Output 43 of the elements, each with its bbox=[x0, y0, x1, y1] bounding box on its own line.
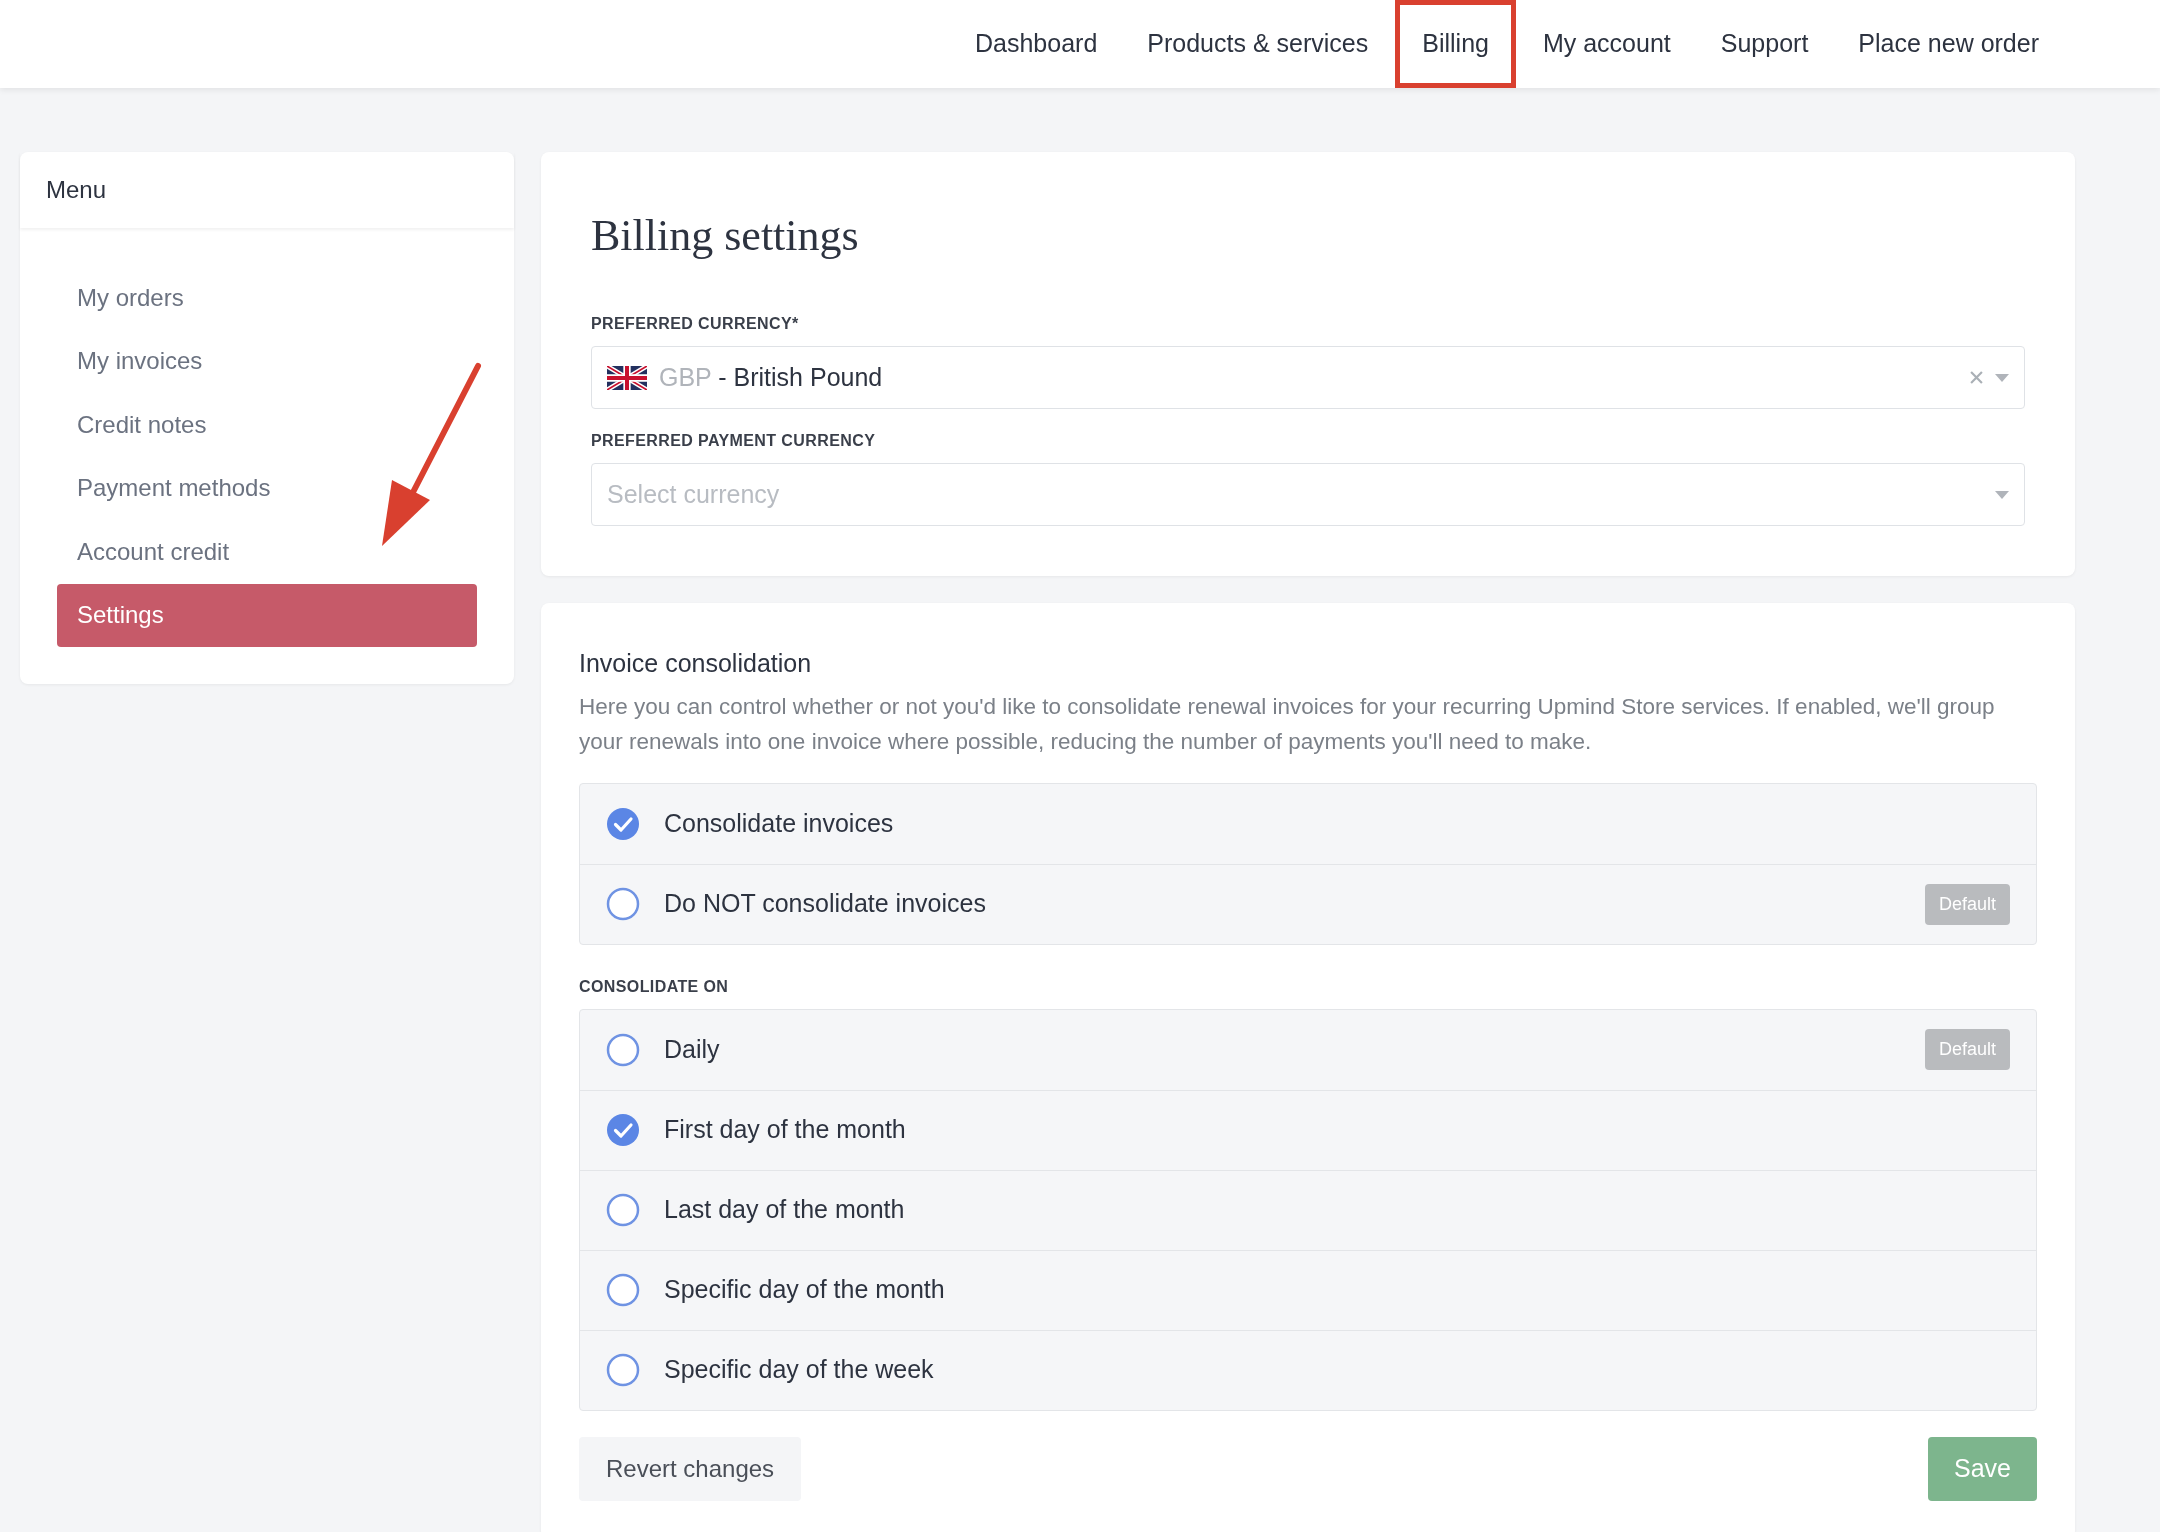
sidebar-item[interactable]: Account credit bbox=[57, 520, 477, 584]
sidebar-item[interactable]: My orders bbox=[57, 266, 477, 330]
sidebar-item[interactable]: Credit notes bbox=[57, 393, 477, 457]
radio-icon[interactable] bbox=[606, 1193, 640, 1227]
radio-option[interactable]: Do NOT consolidate invoices Default bbox=[580, 863, 2036, 944]
flag-icon bbox=[607, 365, 647, 390]
radio-checked-icon[interactable] bbox=[606, 806, 640, 841]
caret-icon[interactable] bbox=[1995, 373, 2009, 382]
radio-icon[interactable] bbox=[606, 1032, 640, 1067]
menu-title: Menu bbox=[20, 152, 514, 228]
selected-currency: GBP - British Pound bbox=[659, 361, 883, 393]
nav-link[interactable]: Place new order bbox=[1833, 0, 2064, 88]
sidebar-item[interactable]: My invoices bbox=[57, 329, 477, 393]
field-label: PREFERRED PAYMENT CURRENCY bbox=[591, 431, 877, 451]
field-label: CONSOLIDATE ON bbox=[579, 976, 730, 997]
nav-link[interactable]: Support bbox=[1695, 0, 1834, 88]
sidebar-item[interactable]: Settings bbox=[57, 583, 477, 647]
radio-option[interactable]: Consolidate invoices bbox=[580, 783, 2036, 864]
sidebar-item[interactable]: Payment methods bbox=[57, 456, 477, 520]
radio-icon[interactable] bbox=[606, 887, 640, 921]
radio-checked-icon[interactable] bbox=[606, 1113, 640, 1147]
currency-select[interactable]: GBP - British Pound bbox=[591, 346, 2025, 409]
nav-link[interactable]: My account bbox=[1517, 0, 1696, 88]
section-description: Here you can control whether or not you'd like to consolidate renewal invoices for your recurring Upmind Store services. If enabled, we'll group your renewals into one invoice where possible, reducing the number of payments you'll need to make. bbox=[579, 692, 1996, 756]
radio-option[interactable]: Daily Default bbox=[580, 1009, 2036, 1090]
nav-link[interactable]: Products & services bbox=[1122, 0, 1394, 88]
clear-icon[interactable] bbox=[1970, 371, 1983, 384]
default-badge: Default bbox=[1924, 1029, 2010, 1070]
nav-link[interactable]: Dashboard bbox=[950, 0, 1123, 88]
radio-option[interactable]: First day of the month bbox=[580, 1089, 2036, 1170]
radio-icon[interactable] bbox=[606, 1353, 640, 1387]
caret-icon[interactable] bbox=[1995, 490, 2009, 499]
revert-button[interactable]: Revert changes bbox=[579, 1436, 802, 1501]
section-title: Invoice consolidation bbox=[579, 648, 813, 679]
placeholder-text: Select currency bbox=[607, 478, 780, 510]
radio-option[interactable]: Specific day of the month bbox=[580, 1249, 2036, 1330]
nav-link[interactable]: Billing bbox=[1395, 0, 1516, 88]
radio-option[interactable]: Specific day of the week bbox=[580, 1329, 2036, 1410]
field-label: PREFERRED CURRENCY* bbox=[591, 314, 800, 334]
default-badge: Default bbox=[1924, 883, 2010, 925]
page-title: Billing settings bbox=[591, 214, 860, 258]
radio-icon[interactable] bbox=[606, 1273, 640, 1307]
radio-option[interactable]: Last day of the month bbox=[580, 1169, 2036, 1250]
